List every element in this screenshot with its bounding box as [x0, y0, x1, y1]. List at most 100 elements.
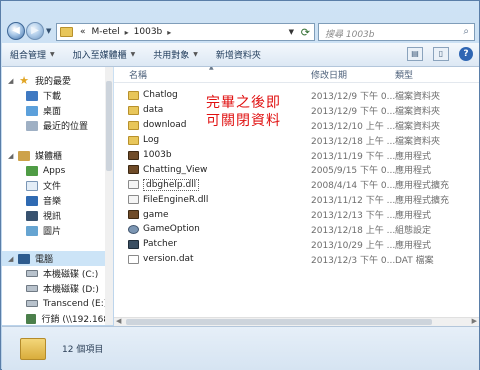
- preview-pane-icon[interactable]: ▯: [433, 47, 449, 61]
- breadcrumb-m-etel[interactable]: M-etel: [92, 27, 120, 37]
- file-name: 1003b: [143, 150, 172, 160]
- file-date: 2008/4/14 下午 0...: [311, 181, 396, 192]
- file-date: 2013/11/19 下午 ...: [311, 151, 396, 162]
- nav-item-pictures[interactable]: 圖片: [2, 223, 112, 238]
- nav-item-network-drive[interactable]: 行銷 (\\192.168.: [2, 311, 112, 325]
- file-date: 2013/12/3 下午 0...: [311, 255, 396, 266]
- forward-button[interactable]: ▶: [26, 22, 44, 40]
- search-placeholder: 搜尋 1003b: [325, 30, 375, 40]
- scroll-left-icon[interactable]: ◀: [116, 317, 121, 325]
- dll-file-icon: [128, 180, 139, 190]
- refresh-icon[interactable]: ⟳: [301, 26, 310, 39]
- annotation-line-1: 完畢之後即: [206, 95, 281, 111]
- nav-favorites-label: 我的最愛: [35, 77, 72, 87]
- address-dropdown-icon[interactable]: ▼: [289, 28, 294, 36]
- nav-item-desktop[interactable]: 桌面: [2, 103, 112, 118]
- add-to-library-button[interactable]: 加入至媒體櫃 ▼: [73, 48, 136, 61]
- chevron-down-icon: ▼: [130, 51, 136, 58]
- file-row[interactable]: Log 2013/12/18 上午 ... 檔案資料夾: [114, 133, 479, 148]
- organize-button[interactable]: 組合管理 ▼: [10, 48, 55, 61]
- file-type: DAT 檔案: [395, 255, 434, 266]
- file-row[interactable]: Chatlog 2013/12/9 下午 0... 檔案資料夾: [114, 88, 479, 103]
- recent-pages-dropdown-icon[interactable]: ▼: [46, 27, 51, 35]
- file-name: Chatting_View: [143, 164, 208, 175]
- file-date: 2013/12/9 下午 0...: [311, 106, 396, 117]
- file-name: dbghelp.dll: [143, 178, 200, 191]
- file-row[interactable]: FileEngineR.dll 2013/11/12 下午 ... 應用程式擴充: [114, 192, 479, 207]
- nav-item-videos[interactable]: 視訊: [2, 208, 112, 223]
- file-name-cell: 1003b: [114, 150, 307, 160]
- file-row[interactable]: dbghelp.dll 2008/4/14 下午 0... 應用程式擴充: [114, 177, 479, 192]
- scroll-right-icon[interactable]: ▶: [472, 317, 477, 325]
- navigation-scrollbar[interactable]: [105, 67, 113, 325]
- usb-drive-icon: [26, 300, 38, 307]
- recent-places-icon: [26, 120, 38, 131]
- back-button[interactable]: ◀: [7, 22, 25, 40]
- file-row[interactable]: game 2013/12/13 下午 ... 應用程式: [114, 207, 479, 222]
- breadcrumb-1003b[interactable]: 1003b: [134, 27, 163, 37]
- file-name: FileEngineR.dll: [143, 194, 209, 205]
- breadcrumb-separator-icon[interactable]: ▸: [167, 28, 171, 37]
- nav-item-downloads[interactable]: 下載: [2, 88, 112, 103]
- computer-icon: [18, 253, 30, 264]
- folder-icon: [128, 105, 139, 115]
- scrollbar-thumb[interactable]: [126, 319, 432, 325]
- details-pane: 12 個項目: [2, 326, 479, 370]
- file-row[interactable]: data 2013/12/9 下午 0... 檔案資料夾: [114, 103, 479, 118]
- nav-libraries[interactable]: ◢ 媒體櫃: [2, 148, 112, 163]
- column-header-type[interactable]: 類型: [391, 68, 471, 81]
- nav-item-label: Transcend (E:): [43, 298, 108, 309]
- dll-file-icon: [128, 195, 139, 205]
- file-date: 2005/9/15 下午 0...: [311, 166, 396, 177]
- new-folder-label: 新增資料夾: [215, 51, 261, 61]
- file-row[interactable]: GameOption 2013/12/18 上午 ... 組態設定: [114, 222, 479, 237]
- file-name-cell: Patcher: [114, 239, 307, 249]
- search-icon[interactable]: ⌕: [463, 26, 469, 37]
- chevron-down-icon: ▼: [50, 51, 55, 58]
- change-view-icon[interactable]: ▤: [407, 47, 423, 61]
- file-name: data: [143, 105, 164, 116]
- breadcrumb-separator-icon[interactable]: ▸: [125, 28, 129, 37]
- nav-item-documents[interactable]: 文件: [2, 178, 112, 193]
- share-with-button[interactable]: 共用對象 ▼: [153, 48, 198, 61]
- nav-computer[interactable]: ◢ 電腦: [2, 251, 112, 266]
- column-header-name[interactable]: ▲ 名稱: [114, 67, 307, 81]
- file-row[interactable]: version.dat 2013/12/3 下午 0... DAT 檔案: [114, 252, 479, 267]
- nav-item-recent-places[interactable]: 最近的位置: [2, 118, 112, 133]
- nav-item-music[interactable]: 音樂: [2, 193, 112, 208]
- file-row[interactable]: 1003b 2013/11/19 下午 ... 應用程式: [114, 148, 479, 163]
- collapse-icon[interactable]: ◢: [8, 152, 16, 160]
- annotation-line-2: 可關閉資料: [206, 113, 281, 129]
- file-row[interactable]: download 2013/12/10 上午 ... 檔案資料夾: [114, 118, 479, 133]
- star-icon: ★: [19, 73, 29, 87]
- folder-icon: [128, 90, 139, 100]
- collapse-icon[interactable]: ◢: [8, 77, 16, 85]
- file-name-cell: Chatting_View: [114, 165, 307, 175]
- file-date: 2013/10/29 上午 ...: [311, 240, 396, 251]
- nav-favorites[interactable]: ◢ ★ 我的最愛: [2, 73, 112, 88]
- nav-item-drive-d[interactable]: 本機磁碟 (D:): [2, 281, 112, 296]
- file-row[interactable]: Patcher 2013/10/29 上午 ... 應用程式: [114, 237, 479, 252]
- nav-item-drive-c[interactable]: 本機磁碟 (C:): [2, 266, 112, 281]
- file-row[interactable]: Chatting_View 2005/9/15 下午 0... 應用程式: [114, 162, 479, 177]
- nav-item-label: 音樂: [43, 197, 62, 207]
- nav-item-apps[interactable]: Apps: [2, 163, 112, 178]
- hard-drive-icon: [26, 270, 38, 277]
- address-field[interactable]: « M-etel ▸ 1003b ▸ ▼ ⟳: [56, 23, 315, 41]
- column-header-date[interactable]: 修改日期: [307, 68, 391, 81]
- nav-item-label: 本機磁碟 (D:): [43, 285, 99, 295]
- search-input[interactable]: 搜尋 1003b ⌕: [318, 23, 475, 41]
- help-icon[interactable]: ?: [459, 47, 473, 61]
- scrollbar-thumb[interactable]: [106, 81, 112, 171]
- hard-drive-icon: [26, 285, 38, 292]
- add-to-library-label: 加入至媒體櫃: [72, 51, 127, 61]
- breadcrumb-overflow[interactable]: «: [80, 27, 86, 37]
- file-type: 檔案資料夾: [395, 121, 441, 132]
- horizontal-scrollbar[interactable]: ◀ ▶: [114, 317, 479, 326]
- navigation-pane: ◢ ★ 我的最愛 下載 桌面 最近的位置 ◢ 媒體櫃 Apps 文件 音樂 視訊…: [2, 67, 113, 325]
- nav-item-drive-e[interactable]: Transcend (E:): [2, 296, 112, 311]
- file-type: 應用程式擴充: [395, 181, 450, 192]
- collapse-icon[interactable]: ◢: [8, 255, 16, 263]
- file-type: 應用程式: [395, 211, 432, 222]
- new-folder-button[interactable]: 新增資料夾: [216, 48, 261, 61]
